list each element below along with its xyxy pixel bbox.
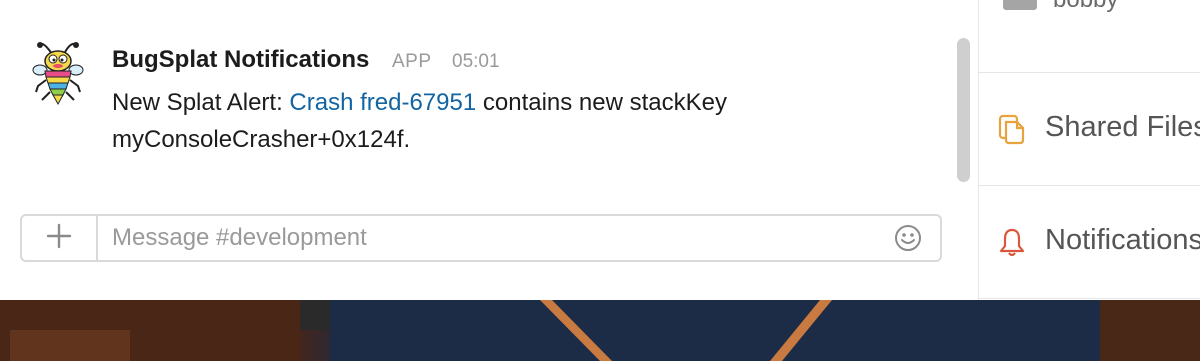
message-body: New Splat Alert: Crash fred-67951 contai… (112, 84, 932, 158)
message-timestamp[interactable]: 05:01 (452, 51, 500, 73)
message-pane: BugSplat Notifications APP 05:01 New Spl… (0, 0, 978, 300)
bugsplat-bee-avatar[interactable] (30, 40, 88, 110)
plus-icon (46, 223, 72, 254)
files-icon (997, 113, 1027, 145)
background-photo (0, 300, 1200, 361)
sidebar-item-notifications[interactable]: Notifications (979, 186, 1200, 299)
message-text-prefix: New Splat Alert: (112, 89, 290, 116)
bell-icon (997, 226, 1027, 258)
app-window: BugSplat Notifications APP 05:01 New Spl… (0, 0, 1200, 300)
right-sidebar: bobby Shared Files Notifications (978, 0, 1200, 300)
message-input[interactable] (112, 224, 872, 252)
sidebar-item-label: Notifications (1045, 224, 1200, 256)
crash-link[interactable]: Crash fred-67951 (289, 89, 476, 116)
member-name: bobby (1053, 0, 1118, 14)
sidebar-item-label: Shared Files (1045, 111, 1200, 143)
sidebar-item-shared-files[interactable]: Shared Files (979, 73, 1200, 186)
app-badge: APP (392, 51, 432, 72)
message-sender[interactable]: BugSplat Notifications (112, 46, 369, 74)
member-item[interactable]: bobby (979, 0, 1200, 73)
message-composer (20, 214, 942, 262)
scrollbar-thumb[interactable] (957, 38, 970, 182)
avatar (1003, 0, 1037, 10)
add-attachment-button[interactable] (22, 216, 98, 260)
emoji-icon[interactable] (894, 224, 922, 252)
